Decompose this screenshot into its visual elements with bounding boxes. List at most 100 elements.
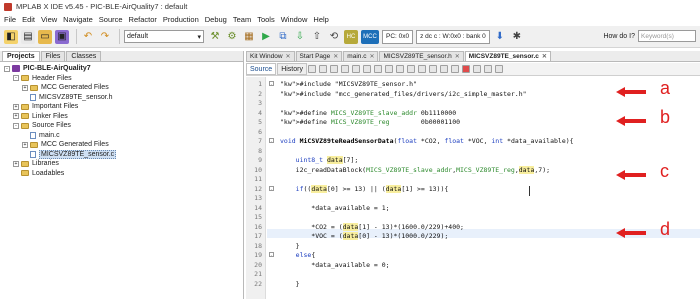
menu-item-edit[interactable]: Edit [22,15,35,24]
line-number: 7 [258,137,262,145]
clean-build-icon[interactable]: ⚙ [225,30,239,44]
undo-icon[interactable]: ↶ [81,30,95,44]
tree-item[interactable]: + MCC Generated Files [0,83,243,93]
build-icon[interactable]: ⚒ [208,30,222,44]
collapse-icon[interactable]: - [13,75,19,82]
bug-icon[interactable]: ✱ [510,30,524,44]
find-next-icon[interactable] [362,65,371,73]
run-icon[interactable]: ▶ [259,30,273,44]
collapse-icon[interactable]: - [13,122,19,129]
editor-tab[interactable]: MICSVZ89TE_sensor.c ✕ [464,51,551,62]
toggle-highlight-icon[interactable] [373,65,382,73]
collapse-icon[interactable]: - [4,65,10,72]
mcc-icon[interactable]: MCC [361,29,379,44]
editor-tab[interactable]: main.c ✕ [343,51,379,62]
save-all-icon[interactable]: ▣ [55,29,69,44]
menu-item-window[interactable]: Window [281,15,308,24]
start-macro-icon[interactable] [461,65,470,73]
read-device-icon[interactable]: ⇧ [310,30,324,44]
hold-reset-icon[interactable]: ⟲ [327,30,341,44]
expand-icon[interactable]: + [22,84,28,91]
expand-icon[interactable]: + [13,160,19,167]
tree-item[interactable]: + Libraries [0,159,243,169]
last-edit-icon[interactable] [307,65,316,73]
file-icon [30,93,36,101]
find-selection-icon[interactable] [340,65,349,73]
previous-bookmark-icon[interactable] [417,65,426,73]
menu-item-production[interactable]: Production [163,15,199,24]
toolbar-separator [76,29,77,44]
tree-item[interactable]: main.c [0,131,243,141]
close-icon[interactable]: ✕ [333,52,338,62]
configuration-select[interactable]: default ▾ [124,30,204,43]
next-bookmark-icon[interactable] [428,65,437,73]
shift-right-icon[interactable] [395,65,404,73]
menu-item-debug[interactable]: Debug [205,15,227,24]
expand-icon[interactable]: + [13,113,19,120]
editor-tab[interactable]: MICSVZ89TE_sensor.h ✕ [379,51,464,62]
tab-classes[interactable]: Classes [66,51,102,61]
close-icon[interactable]: ✕ [455,52,460,62]
tree-item[interactable]: Loadables [0,169,243,179]
download-icon[interactable]: ⬇ [493,30,507,44]
format-icon[interactable] [483,65,492,73]
tree-item[interactable]: + Linker Files [0,112,243,122]
fold-toggle-icon[interactable]: - [269,252,274,257]
line-number: 1 [258,80,262,88]
close-icon[interactable]: ✕ [542,52,547,62]
make-program-icon[interactable]: ▦ [242,30,256,44]
tree-item[interactable]: - Source Files [0,121,243,131]
stop-macro-icon[interactable] [472,65,481,73]
tab-source[interactable]: Source [246,63,277,75]
line-number: 15 [254,213,262,221]
fold-toggle-icon[interactable]: - [269,81,274,86]
new-file-icon[interactable]: ▤ [21,29,35,44]
back-icon[interactable] [318,65,327,73]
tree-item[interactable]: MICSVZ89TE_sensor.h [0,93,243,103]
menu-item-refactor[interactable]: Refactor [129,15,157,24]
tree-item[interactable]: - PIC-BLE-AirQuality7 [0,64,243,74]
new-project-icon[interactable]: ◧ [4,29,18,44]
open-project-icon[interactable]: ▭ [38,29,52,44]
find-previous-icon[interactable] [351,65,360,73]
fold-toggle-icon[interactable]: - [269,138,274,143]
menu-item-source[interactable]: Source [99,15,123,24]
close-icon[interactable]: ✕ [369,52,374,62]
debug-icon[interactable]: ⧉ [276,30,290,44]
menu-item-tools[interactable]: Tools [257,15,275,24]
editor-tab[interactable]: Start Page ✕ [295,51,343,62]
uncomment-icon[interactable] [450,65,459,73]
forward-icon[interactable] [329,65,338,73]
fold-toggle-icon[interactable]: - [269,185,274,191]
redo-icon[interactable]: ↷ [98,30,112,44]
editor-tab[interactable]: Kit Window ✕ [246,51,295,61]
toggle-bookmark-icon[interactable] [406,65,415,73]
tab-files[interactable]: Files [40,51,66,61]
tree-item-label: main.c [39,131,60,139]
menu-item-navigate[interactable]: Navigate [63,15,93,24]
line-number: 4 [258,108,262,117]
menu-item-help[interactable]: Help [313,15,328,24]
diff-icon[interactable] [494,65,503,73]
tab-projects[interactable]: Projects [2,51,40,61]
tree-item-label: MICSVZ89TE_sensor.c [39,149,117,159]
close-icon[interactable]: ✕ [286,52,291,62]
mplab-harmony-icon[interactable]: HC [344,29,358,44]
menu-item-file[interactable]: File [4,15,16,24]
tree-item[interactable]: + Important Files [0,102,243,112]
tab-history[interactable]: History [277,63,307,75]
expand-icon[interactable]: + [13,103,19,110]
chevron-down-icon: ▾ [197,33,201,41]
tree-item[interactable]: MICSVZ89TE_sensor.c [0,149,243,160]
expand-icon[interactable]: + [22,141,28,148]
tree-item[interactable]: + MCC Generated Files [0,140,243,150]
keyword-search-input[interactable]: Keyword(s) [638,30,696,42]
how-do-i-label: How do I? [603,32,635,40]
comment-icon[interactable] [439,65,448,73]
menu-item-team[interactable]: Team [233,15,251,24]
menu-item-view[interactable]: View [41,15,57,24]
code-editor[interactable]: 1 2 3 4 5 6 7 8 9 10 11 12 13 14 15 16 17 18 19 20 21 22 "kw"… [246,77,700,299]
tree-item[interactable]: - Header Files [0,74,243,84]
shift-left-icon[interactable] [384,65,393,73]
program-device-icon[interactable]: ⇩ [293,30,307,44]
